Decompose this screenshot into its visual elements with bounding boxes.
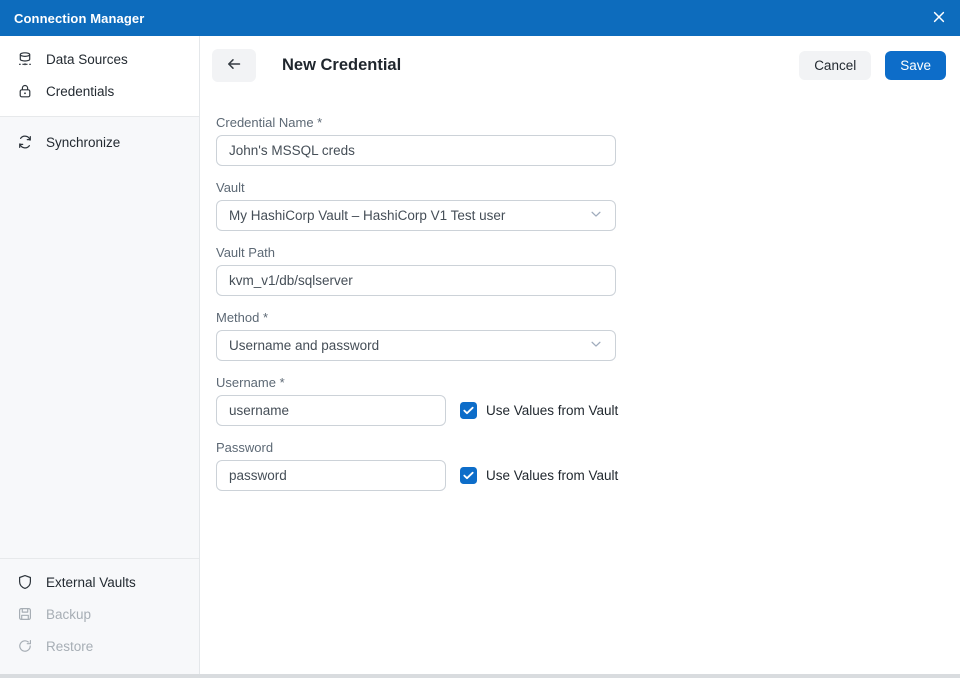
shield-icon (17, 574, 33, 590)
method-select[interactable]: Username and password (216, 330, 616, 361)
sidebar-item-label: Data Sources (46, 52, 128, 67)
credential-name-label: Credential Name * (216, 114, 946, 131)
sidebar-item-label: Backup (46, 607, 91, 622)
username-input[interactable] (216, 395, 446, 426)
method-select-value: Username and password (229, 338, 379, 353)
page-header: New Credential Cancel Save (212, 49, 946, 82)
sidebar-item-backup[interactable]: Backup (0, 598, 199, 630)
titlebar: Connection Manager (0, 0, 960, 36)
save-icon (17, 606, 33, 622)
main-panel: New Credential Cancel Save Credential Na… (200, 36, 960, 674)
method-label: Method * (216, 309, 946, 326)
password-label: Password (216, 439, 946, 456)
credential-form: Credential Name * Vault My HashiCorp Vau… (216, 114, 946, 491)
close-button[interactable] (918, 0, 960, 36)
save-button[interactable]: Save (885, 51, 946, 80)
password-input[interactable] (216, 460, 446, 491)
sidebar-spacer (0, 167, 199, 558)
sync-icon (17, 134, 33, 150)
credential-name-input[interactable] (216, 135, 616, 166)
vault-label: Vault (216, 179, 946, 196)
sidebar: Data Sources Credentials (0, 36, 200, 674)
chevron-down-icon (589, 337, 603, 354)
vault-path-label: Vault Path (216, 244, 946, 261)
field-username: Username * Use Values from Vault (216, 374, 946, 426)
page-title: New Credential (282, 56, 401, 75)
sidebar-item-data-sources[interactable]: Data Sources (0, 43, 199, 75)
sidebar-item-label: Credentials (46, 84, 114, 99)
cancel-button[interactable]: Cancel (799, 51, 871, 80)
field-credential-name: Credential Name * (216, 114, 946, 166)
sidebar-item-restore[interactable]: Restore (0, 630, 199, 662)
field-password: Password Use Values from Vault (216, 439, 946, 491)
sidebar-item-label: External Vaults (46, 575, 136, 590)
sidebar-group-primary: Data Sources Credentials (0, 36, 199, 117)
checkbox-label: Use Values from Vault (486, 403, 618, 418)
vault-select[interactable]: My HashiCorp Vault – HashiCorp V1 Test u… (216, 200, 616, 231)
restore-icon (17, 638, 33, 654)
chevron-down-icon (589, 207, 603, 224)
field-vault-path: Vault Path (216, 244, 946, 296)
back-arrow-icon (225, 56, 243, 75)
sidebar-item-external-vaults[interactable]: External Vaults (0, 566, 199, 598)
sidebar-item-synchronize[interactable]: Synchronize (0, 126, 199, 158)
checkbox-label: Use Values from Vault (486, 468, 618, 483)
sidebar-group-bottom: External Vaults Backup (0, 558, 199, 674)
sidebar-group-secondary: Synchronize (0, 117, 199, 167)
sidebar-item-label: Synchronize (46, 135, 120, 150)
window-title: Connection Manager (14, 11, 144, 26)
sidebar-item-label: Restore (46, 639, 93, 654)
database-icon (17, 51, 33, 67)
password-use-vault-checkbox[interactable]: Use Values from Vault (460, 467, 618, 484)
vault-select-value: My HashiCorp Vault – HashiCorp V1 Test u… (229, 208, 505, 223)
checkbox-checked-icon (460, 467, 477, 484)
field-method: Method * Username and password (216, 309, 946, 361)
checkbox-checked-icon (460, 402, 477, 419)
lock-icon (17, 83, 33, 99)
close-icon (933, 11, 945, 26)
username-use-vault-checkbox[interactable]: Use Values from Vault (460, 402, 618, 419)
connection-manager-window: Connection Manager (0, 0, 960, 678)
vault-path-input[interactable] (216, 265, 616, 296)
sidebar-item-credentials[interactable]: Credentials (0, 75, 199, 107)
back-button[interactable] (212, 49, 256, 82)
username-label: Username * (216, 374, 946, 391)
field-vault: Vault My HashiCorp Vault – HashiCorp V1 … (216, 179, 946, 231)
